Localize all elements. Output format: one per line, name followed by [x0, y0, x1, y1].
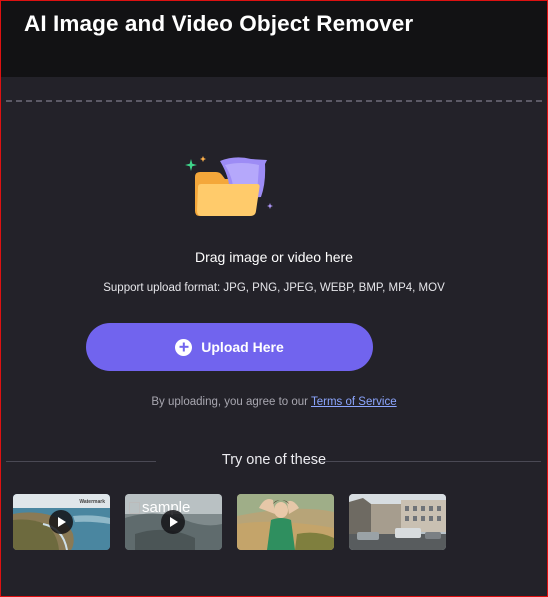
- sample-thumbnail-4[interactable]: [349, 494, 446, 550]
- terms-notice-text: By uploading, you agree to our: [151, 396, 308, 408]
- terms-of-service-link[interactable]: Terms of Service: [311, 396, 397, 408]
- header-bar: AI Image and Video Object Remover: [1, 1, 547, 77]
- sample-thumbnail-3[interactable]: [237, 494, 334, 550]
- samples-heading: Try one of these: [221, 452, 327, 468]
- upload-button[interactable]: Upload Here: [86, 323, 373, 371]
- page-title: AI Image and Video Object Remover: [24, 11, 414, 36]
- terms-notice: By uploading, you agree to our Terms of …: [0, 396, 548, 408]
- plus-icon: [175, 338, 193, 356]
- sparkle-icon: [185, 159, 197, 171]
- play-icon: [49, 510, 73, 534]
- dropzone-border: [6, 100, 542, 102]
- drag-instruction: Drag image or video here: [195, 249, 353, 265]
- sample-thumbnail-1[interactable]: Watermark: [13, 494, 110, 550]
- broken-image-icon: [129, 501, 140, 514]
- folder-icon: [185, 156, 273, 216]
- supported-formats: Support upload format: JPG, PNG, JPEG, W…: [103, 282, 445, 294]
- play-icon: [161, 510, 185, 534]
- upload-button-label: Upload Here: [201, 339, 284, 355]
- watermark-label: Watermark: [79, 499, 105, 505]
- woman-image: [237, 494, 334, 550]
- city-image: [349, 494, 446, 550]
- sample-thumbnail-2[interactable]: sample: [125, 494, 222, 550]
